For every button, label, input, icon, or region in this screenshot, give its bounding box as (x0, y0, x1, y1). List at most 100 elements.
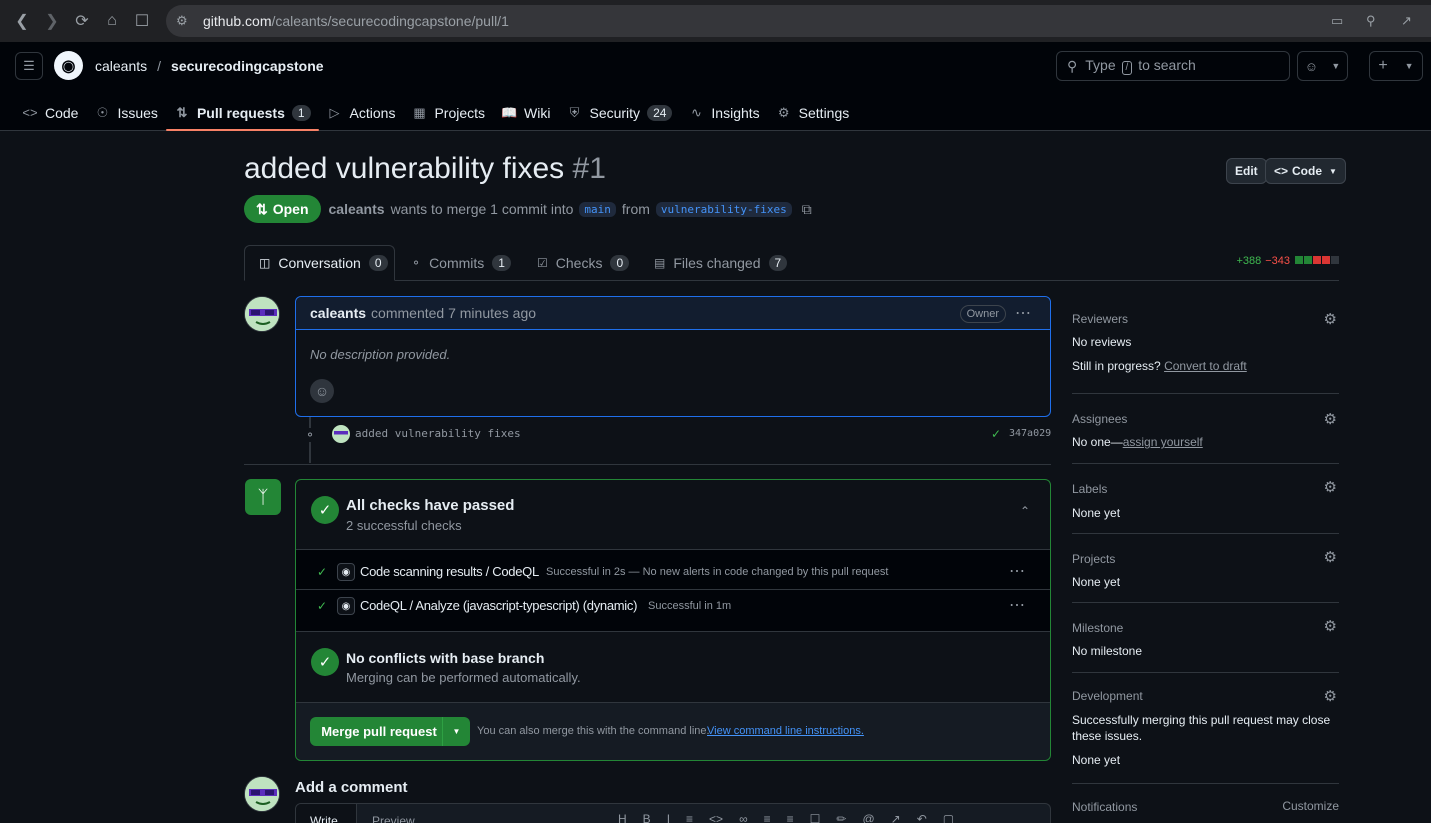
bookmark-icon[interactable]: ☐ (127, 6, 157, 36)
tab-checks[interactable]: ☑ Checks 0 (523, 245, 643, 281)
tab-write[interactable]: Write (296, 804, 357, 823)
conflicts-title: No conflicts with base branch (346, 650, 545, 666)
tab-issues[interactable]: ☉ Issues (86, 94, 165, 131)
avatar-image (245, 297, 279, 331)
tab-actions[interactable]: ▷ Actions (319, 94, 404, 131)
commit-message[interactable]: added vulnerability fixes (355, 427, 521, 440)
commit-icon: ⚬ (303, 428, 317, 442)
ordered-list-icon[interactable]: ≡ (764, 812, 771, 823)
task-list-icon[interactable]: ☐ (810, 812, 821, 823)
more-options-icon[interactable]: ⋯ (1009, 595, 1026, 615)
italic-icon[interactable]: I (667, 812, 670, 823)
reviewers-label[interactable]: Reviewers (1072, 312, 1128, 326)
home-icon[interactable]: ⌂ (97, 6, 127, 36)
site-info-icon[interactable]: ⚙ (176, 13, 188, 29)
avatar[interactable] (244, 776, 280, 812)
assign-yourself-link[interactable]: assign yourself (1123, 435, 1203, 449)
search-shortcut-key: / (1121, 61, 1133, 75)
cast-icon[interactable]: ▭ (1331, 5, 1343, 37)
reference-icon[interactable]: ↗ (891, 812, 901, 823)
zoom-icon[interactable]: ⚲ (1366, 5, 1376, 37)
merge-options-dropdown[interactable]: ▼ (442, 717, 470, 746)
gear-icon[interactable]: ⚙ (1324, 478, 1337, 496)
share-icon[interactable]: ↗ (1401, 5, 1412, 37)
tab-pull-requests[interactable]: ⇅ Pull requests 1 (165, 94, 319, 131)
convert-to-draft-link[interactable]: Convert to draft (1164, 359, 1247, 373)
tab-security[interactable]: ⛨ Security 24 (558, 94, 680, 131)
tab-conversation[interactable]: ◫ Conversation 0 (244, 245, 395, 281)
github-header: ☰ ◉ caleants / securecodingcapstone ⚲ Ty… (0, 42, 1431, 131)
tab-projects[interactable]: ▦ Projects (403, 94, 493, 131)
play-icon: ▷ (329, 104, 340, 120)
breadcrumb-separator: / (157, 58, 162, 74)
mention-icon[interactable]: @ (862, 812, 874, 823)
notifications-label: Notifications (1072, 800, 1138, 814)
more-options-icon[interactable]: ⋯ (1015, 303, 1032, 323)
commit-sha[interactable]: 347a029 (1009, 428, 1051, 439)
customize-link[interactable]: Customize (1282, 799, 1339, 813)
comment-author[interactable]: caleants (310, 305, 366, 321)
cli-instructions-link[interactable]: View command line instructions. (707, 725, 864, 737)
tab-insights[interactable]: ∿ Insights (680, 94, 767, 131)
milestone-label[interactable]: Milestone (1072, 621, 1123, 635)
tab-wiki[interactable]: 📖 Wiki (493, 94, 558, 131)
menu-icon[interactable]: ☰ (15, 52, 43, 80)
gear-icon[interactable]: ⚙ (1324, 410, 1337, 428)
more-options-icon[interactable]: ⋯ (1009, 561, 1026, 581)
back-icon[interactable]: ❮ (7, 6, 37, 36)
check-icon[interactable]: ✓ (991, 427, 1001, 441)
check-name[interactable]: CodeQL / Analyze (javascript-typescript)… (360, 598, 637, 613)
chevron-up-icon[interactable]: ⌃ (1020, 504, 1030, 518)
owner-link[interactable]: caleants (95, 58, 147, 74)
edit-button[interactable]: Edit (1226, 158, 1267, 184)
deletions-count: −343 (1265, 255, 1290, 267)
search-input[interactable]: ⚲ Type / to search (1056, 51, 1290, 81)
assignees-label[interactable]: Assignees (1072, 412, 1127, 426)
create-new-button[interactable]: + ▼ (1369, 51, 1423, 81)
base-branch[interactable]: main (579, 201, 616, 217)
milestone-value: No milestone (1072, 644, 1143, 658)
copilot-button[interactable]: ☺ ▼ (1297, 51, 1348, 81)
copy-icon[interactable]: ⧉ (802, 201, 812, 218)
code-icon[interactable]: <> (709, 812, 723, 823)
author-link[interactable]: caleants (329, 201, 385, 217)
address-bar[interactable]: ⚙ github.com/caleants/securecodingcapsto… (166, 5, 1431, 37)
link-icon[interactable]: ∞ (739, 812, 748, 823)
check-detail: Successful in 1m (648, 600, 732, 612)
head-branch[interactable]: vulnerability-fixes (655, 201, 792, 217)
tab-preview[interactable]: Preview (372, 814, 415, 823)
bold-icon[interactable]: B (643, 812, 651, 823)
attach-icon[interactable]: ✏ (836, 812, 846, 823)
check-name[interactable]: Code scanning results / CodeQL (360, 564, 539, 579)
forward-icon[interactable]: ❯ (37, 6, 67, 36)
avatar[interactable] (244, 296, 280, 332)
fullscreen-icon[interactable]: ▢ (943, 812, 954, 823)
labels-label[interactable]: Labels (1072, 482, 1107, 496)
development-label[interactable]: Development (1072, 689, 1143, 703)
quote-icon[interactable]: ≡ (686, 812, 693, 823)
tab-code[interactable]: <> Code (14, 94, 86, 131)
merge-pull-request-button[interactable]: Merge pull request (310, 717, 448, 746)
repo-link[interactable]: securecodingcapstone (171, 58, 324, 74)
tab-files-changed[interactable]: ▤ Files changed 7 (640, 245, 801, 281)
projects-label[interactable]: Projects (1072, 552, 1115, 566)
tab-commits[interactable]: ⚬ Commits 1 (397, 245, 525, 281)
gear-icon[interactable]: ⚙ (1324, 687, 1337, 705)
unordered-list-icon[interactable]: ≡ (787, 812, 794, 823)
undo-icon[interactable]: ↶ (917, 812, 927, 823)
code-button[interactable]: <> Code ▼ (1265, 158, 1346, 184)
checks-summary[interactable]: ✓ All checks have passed 2 successful ch… (296, 480, 1050, 550)
gear-icon[interactable]: ⚙ (1324, 548, 1337, 566)
chevron-down-icon: ▼ (1329, 166, 1337, 176)
search-icon: ⚲ (1067, 57, 1078, 74)
gear-icon: ⚙ (777, 104, 790, 120)
heading-icon[interactable]: H (618, 812, 627, 823)
commit-avatar[interactable] (332, 425, 350, 443)
add-reaction-icon[interactable]: ☺ (310, 379, 334, 403)
gear-icon[interactable]: ⚙ (1324, 310, 1337, 328)
gear-icon[interactable]: ⚙ (1324, 617, 1337, 635)
comment-meta[interactable]: commented 7 minutes ago (371, 305, 536, 321)
reload-icon[interactable]: ⟳ (67, 6, 97, 36)
tab-settings[interactable]: ⚙ Settings (768, 94, 858, 131)
github-logo-icon[interactable]: ◉ (54, 51, 83, 80)
